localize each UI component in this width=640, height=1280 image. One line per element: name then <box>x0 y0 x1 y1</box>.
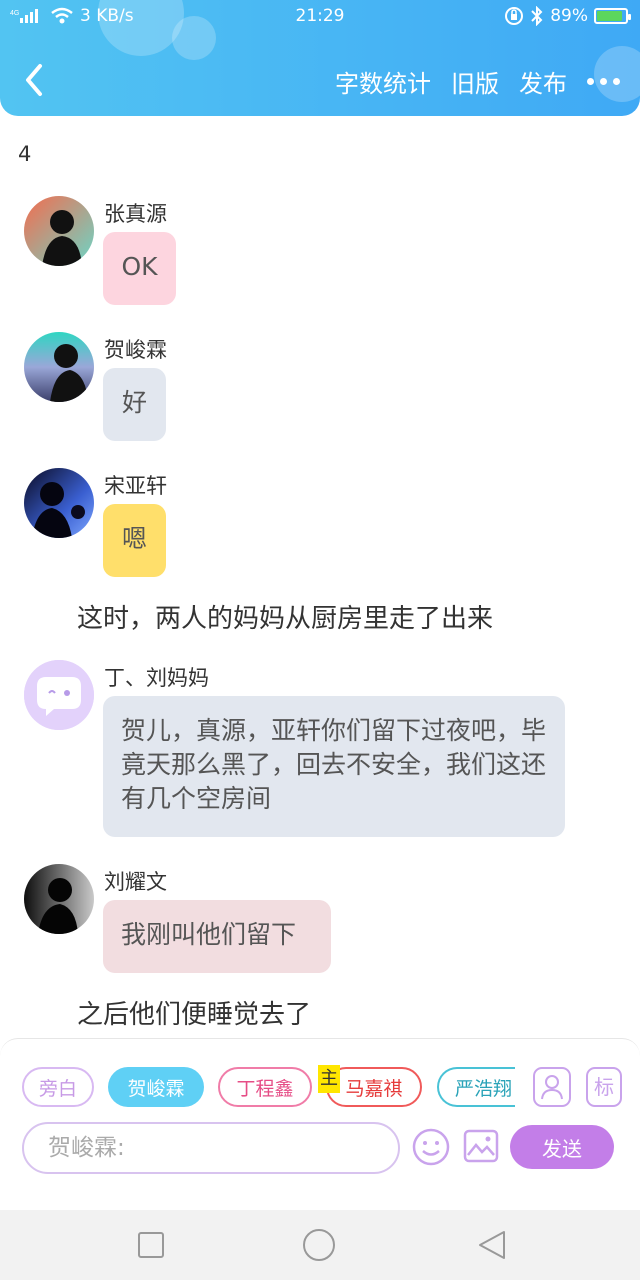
message-bubble: OK <box>103 232 176 305</box>
battery-icon <box>594 8 631 24</box>
character-icon <box>541 1075 563 1100</box>
image-icon <box>463 1129 499 1163</box>
message-bubble: 好 <box>103 368 166 441</box>
host-tag: 主 <box>318 1065 340 1093</box>
narration-text: 这时，两人的妈妈从厨房里走了出来 <box>77 604 494 634</box>
avatar <box>24 864 94 934</box>
send-button[interactable]: 发送 <box>510 1125 614 1169</box>
status-bar: 4G 3 KB/s 21:29 89% <box>0 0 640 34</box>
message-bubble: 嗯 <box>103 504 166 577</box>
system-nav-bar <box>0 1210 640 1280</box>
header-actions: 字数统计 旧版 发布 <box>335 64 620 99</box>
back-button[interactable] <box>20 62 50 98</box>
speaker-name: 宋亚轩 <box>104 474 167 498</box>
top-header: 4G 3 KB/s 21:29 89% 字数统计 旧版 发布 <box>0 0 640 116</box>
battery-level <box>597 11 622 21</box>
speaker-name: 刘耀文 <box>104 870 167 894</box>
word-count-button[interactable]: 字数统计 <box>335 64 431 99</box>
page-number: 4 <box>18 142 32 166</box>
role-chip-selected[interactable]: 贺峻霖 <box>108 1067 204 1107</box>
avatar <box>24 196 94 266</box>
more-dot-icon <box>587 78 594 85</box>
publish-button[interactable]: 发布 <box>519 64 567 99</box>
battery-percent: 89% <box>550 6 588 26</box>
speaker-name: 贺峻霖 <box>104 338 167 362</box>
composer-panel: 旁白 贺峻霖 丁程鑫 马嘉祺 主 严浩翔 标 贺峻霖: 发送 <box>0 1038 640 1210</box>
home-icon[interactable] <box>302 1228 336 1262</box>
avatar <box>24 332 94 402</box>
image-button[interactable] <box>462 1127 500 1165</box>
message-input[interactable]: 贺峻霖: <box>22 1122 400 1174</box>
smiley-icon <box>412 1128 450 1166</box>
more-dot-icon <box>600 78 607 85</box>
role-chip[interactable]: 严浩翔 <box>437 1067 515 1107</box>
role-chip[interactable]: 丁程鑫 <box>218 1067 312 1107</box>
chat-bubble-avatar-icon <box>24 660 94 730</box>
speaker-name: 丁、刘妈妈 <box>104 666 209 690</box>
tag-button[interactable]: 标 <box>586 1067 622 1107</box>
more-menu-button[interactable] <box>587 67 620 97</box>
more-dot-icon <box>613 78 620 85</box>
message-bubble: 我刚叫他们留下 <box>103 900 331 973</box>
recent-apps-icon[interactable] <box>137 1231 165 1259</box>
role-chip[interactable]: 马嘉祺 <box>326 1067 422 1107</box>
back-arrow-icon <box>26 64 42 96</box>
emoji-button[interactable] <box>411 1127 451 1167</box>
character-manage-button[interactable] <box>533 1067 571 1107</box>
narration-text: 之后他们便睡觉去了 <box>77 1000 312 1030</box>
back-triangle-icon[interactable] <box>476 1229 508 1261</box>
avatar <box>24 468 94 538</box>
avatar <box>24 660 94 730</box>
bluetooth-icon <box>531 6 543 26</box>
rotation-lock-icon <box>505 7 524 25</box>
role-chip-narrator[interactable]: 旁白 <box>22 1067 94 1107</box>
speaker-name: 张真源 <box>104 202 167 226</box>
old-version-button[interactable]: 旧版 <box>451 64 499 99</box>
message-bubble: 贺儿，真源，亚轩你们留下过夜吧，毕竟天那么黑了，回去不安全，我们这还有几个空房间 <box>103 696 565 837</box>
